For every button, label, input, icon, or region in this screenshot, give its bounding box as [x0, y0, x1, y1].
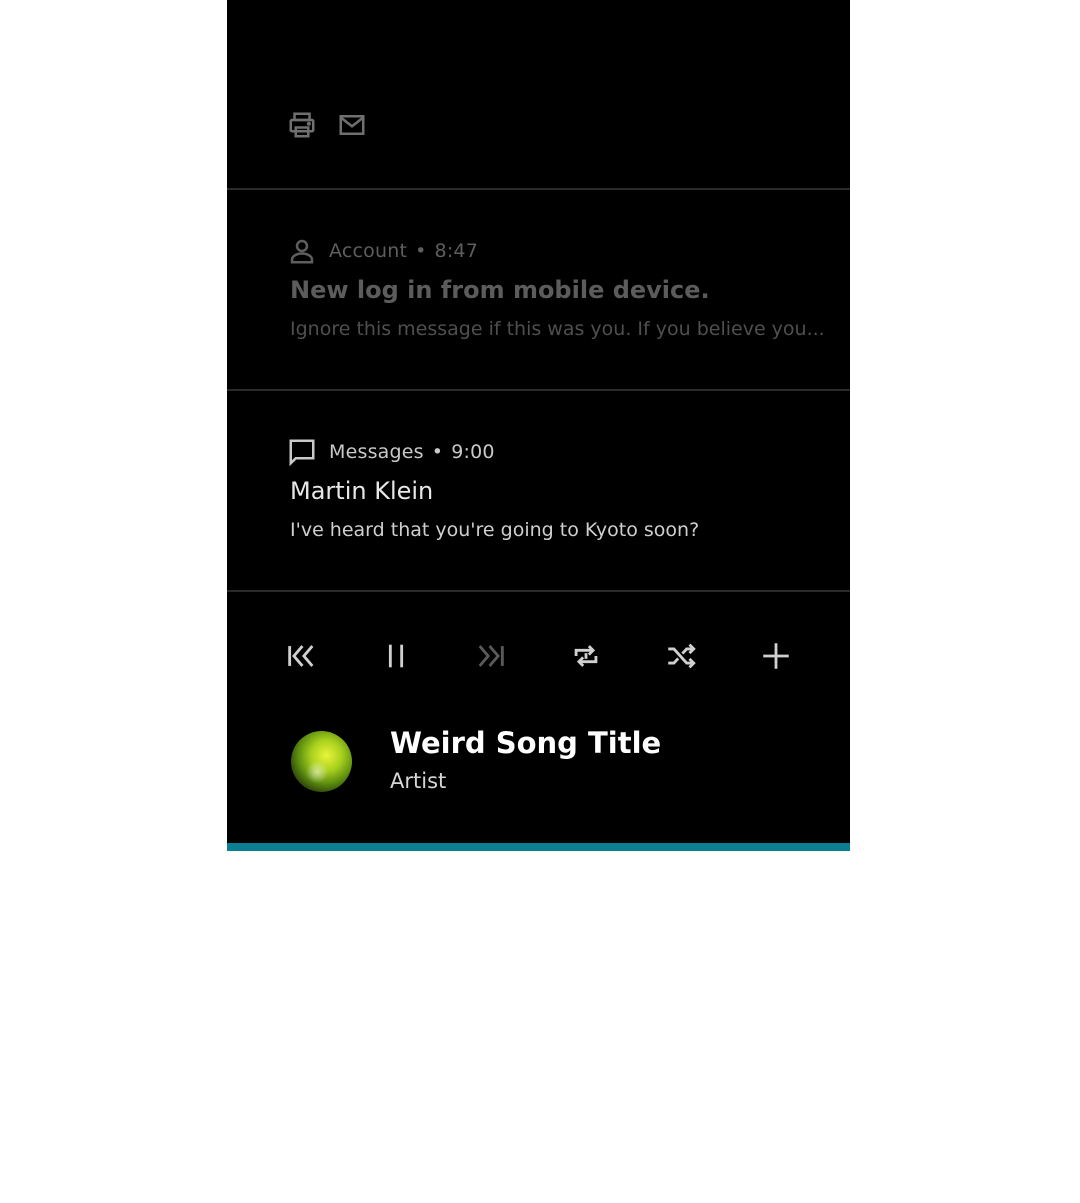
- print-button[interactable]: [285, 108, 319, 142]
- notification-header: Messages • 9:00: [287, 435, 495, 469]
- separator: •: [415, 240, 427, 262]
- notification-body: I've heard that you're going to Kyoto so…: [290, 519, 700, 541]
- app-name: Account: [329, 240, 408, 262]
- skip-next-icon: [478, 645, 504, 667]
- separator: •: [431, 441, 444, 463]
- media-player: Weird Song Title Artist: [227, 592, 850, 851]
- song-artist: Artist: [390, 769, 447, 793]
- album-art[interactable]: [291, 731, 352, 792]
- skip-previous-button[interactable]: [281, 636, 321, 676]
- notification-account[interactable]: Account • 8:47 New log in from mobile de…: [227, 190, 850, 389]
- notification-header: Account • 8:47: [287, 234, 478, 268]
- notification-time: 9:00: [451, 441, 495, 463]
- skip-next-button[interactable]: [471, 636, 511, 676]
- repeat-button[interactable]: [566, 636, 606, 676]
- notification-title: New log in from mobile device.: [290, 276, 710, 304]
- person-icon: [287, 236, 317, 266]
- shuffle-button[interactable]: [661, 636, 701, 676]
- chat-bubble-icon: [287, 437, 317, 467]
- app-name: Messages: [329, 441, 424, 463]
- notification-messages[interactable]: Messages • 9:00 Martin Klein I've heard …: [227, 391, 850, 590]
- notification-time: 8:47: [434, 240, 479, 262]
- notification-title: Martin Klein: [290, 477, 434, 505]
- mail-icon: [339, 115, 365, 135]
- printer-icon: [289, 112, 315, 138]
- progress-bar[interactable]: [227, 843, 850, 851]
- repeat-icon: [574, 645, 598, 667]
- email-button[interactable]: [335, 108, 369, 142]
- add-icon: [763, 643, 789, 669]
- top-action-row: [227, 0, 850, 188]
- notification-body: Ignore this message if this was you. If …: [290, 318, 825, 340]
- skip-previous-icon: [288, 645, 314, 667]
- pause-button[interactable]: [376, 636, 416, 676]
- shuffle-icon: [668, 643, 696, 669]
- notification-shade: Account • 8:47 New log in from mobile de…: [227, 0, 850, 851]
- add-button[interactable]: [756, 636, 796, 676]
- pause-icon: [388, 644, 404, 668]
- media-controls: [227, 592, 850, 722]
- song-title: Weird Song Title: [390, 726, 662, 760]
- progress-fill: [227, 843, 850, 851]
